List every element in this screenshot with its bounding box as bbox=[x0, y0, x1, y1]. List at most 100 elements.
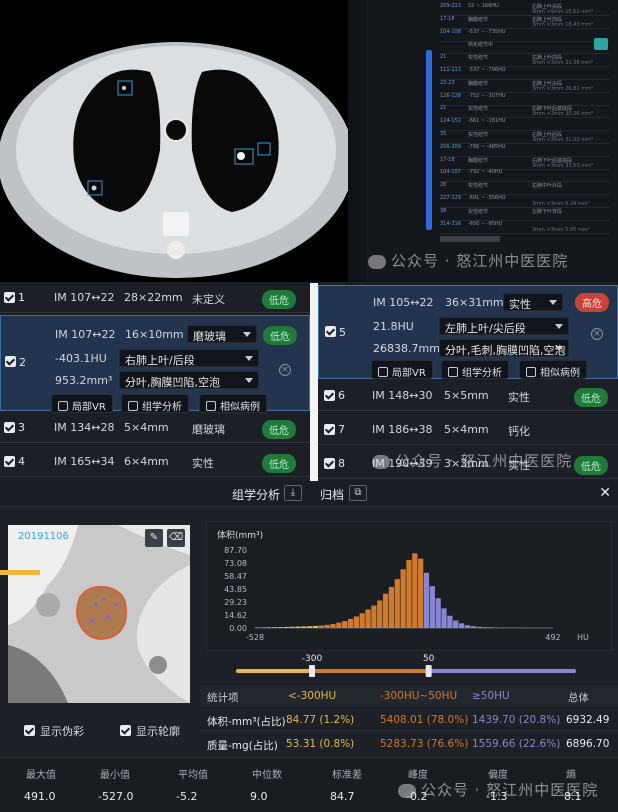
histogram-bar bbox=[336, 622, 342, 628]
slice-scrollbar[interactable] bbox=[426, 50, 432, 230]
y-tick-label: 87.70 bbox=[224, 546, 247, 555]
y-tick-label: 58.47 bbox=[224, 572, 247, 581]
ct-viewport[interactable] bbox=[0, 0, 348, 282]
x-tick-label: -528 bbox=[246, 633, 264, 642]
risk-badge: 低危 bbox=[262, 290, 296, 309]
local-vr-button[interactable]: 局部VR bbox=[51, 394, 113, 413]
checkbox[interactable] bbox=[324, 424, 335, 435]
sign-select[interactable]: 分叶,毛刺,胸膜凹陷,空泡 bbox=[439, 339, 569, 357]
bar-chart-icon bbox=[448, 367, 458, 377]
histogram-bar bbox=[266, 627, 272, 628]
histogram-bar bbox=[464, 625, 471, 628]
histogram-bar bbox=[406, 559, 412, 628]
type-select[interactable]: 实性 bbox=[503, 293, 563, 311]
list-item[interactable]: 4 IM 165↔34 6×4mm 实性 低危 bbox=[0, 447, 310, 477]
histogram-bar bbox=[295, 626, 301, 628]
histogram-bar bbox=[301, 626, 307, 628]
list-item-selected[interactable]: 2 IM 107↔22 16×10mm 磨玻璃 低危 -403.1HU 右肺上叶… bbox=[0, 315, 310, 413]
list-item[interactable]: 7 IM 186↔38 5×4mm 钙化 bbox=[318, 415, 618, 445]
y-tick-label: 43.85 bbox=[224, 585, 247, 594]
histogram-bar bbox=[365, 609, 371, 628]
checkbox[interactable] bbox=[4, 456, 15, 467]
histogram-bar bbox=[470, 626, 476, 628]
list-item[interactable]: 6 IM 148↔30 5×5mm 实性 低危 bbox=[318, 381, 618, 411]
divider bbox=[310, 283, 318, 481]
archive-icon[interactable]: ⧉ bbox=[349, 485, 367, 501]
stat-label: 最大值 bbox=[26, 770, 56, 781]
stat-label: 中位数 bbox=[252, 770, 282, 781]
watermark: 公众号 · 怒江州中医医院 bbox=[372, 450, 572, 471]
wechat-icon bbox=[372, 454, 390, 469]
histogram-bar bbox=[400, 569, 406, 628]
threshold-label: -300 bbox=[302, 654, 323, 664]
similar-cases-button[interactable]: 相似病例 bbox=[519, 360, 587, 379]
threshold-track[interactable]: -300 50 bbox=[230, 653, 580, 681]
histogram-bar bbox=[271, 627, 278, 628]
checkbox[interactable] bbox=[325, 326, 336, 337]
checkbox[interactable] bbox=[324, 458, 335, 469]
checkbox[interactable] bbox=[324, 390, 335, 401]
nodule-list-left: 1 IM 107↔22 28×22mm 未定义 低危 2 IM 107↔22 1… bbox=[0, 283, 310, 481]
stat-value: 84.7 bbox=[330, 790, 355, 803]
location-select[interactable]: 右肺上叶/后段 bbox=[119, 349, 259, 367]
x-tick-label: 492 bbox=[545, 633, 560, 642]
y-tick-label: 73.08 bbox=[224, 559, 247, 568]
histogram-bar bbox=[330, 623, 336, 628]
spine bbox=[163, 212, 189, 236]
ct-image bbox=[0, 42, 348, 278]
hu-threshold-slider[interactable]: -300 50 bbox=[230, 653, 580, 681]
checkbox[interactable] bbox=[5, 356, 16, 367]
remove-icon[interactable]: × bbox=[279, 364, 291, 376]
histogram-bar bbox=[347, 618, 354, 628]
list-item[interactable]: 1 IM 107↔22 28×22mm 未定义 低危 bbox=[0, 283, 310, 313]
histogram-bar bbox=[289, 626, 295, 628]
stat-value: -5.2 bbox=[176, 790, 198, 803]
track-low bbox=[236, 669, 312, 673]
threshold-handle[interactable] bbox=[309, 665, 315, 677]
risk-badge[interactable]: 低危 bbox=[263, 326, 297, 345]
ct-list-item[interactable]: 314-316 -650 ~ -95HU 3mm ×3mm 5.65 mm³ bbox=[440, 220, 610, 234]
histogram-bar bbox=[318, 625, 324, 628]
histogram-bar bbox=[382, 593, 389, 628]
type-select[interactable]: 磨玻璃 bbox=[187, 325, 257, 343]
list-item[interactable]: 3 IM 134↔28 5×4mm 磨玻璃 低危 bbox=[0, 413, 310, 443]
toggle-contour[interactable]: 显示轮廓 bbox=[120, 723, 180, 739]
radiomics-button[interactable]: 组学分析 bbox=[441, 360, 509, 379]
risk-badge: 低危 bbox=[574, 456, 608, 475]
similar-cases-button[interactable]: 相似病例 bbox=[199, 394, 267, 413]
checkbox[interactable] bbox=[4, 292, 15, 303]
local-vr-button[interactable]: 局部VR bbox=[371, 360, 433, 379]
chevron-down-icon bbox=[555, 346, 563, 351]
toggle-pseudocolor[interactable]: 显示伪彩 bbox=[24, 723, 84, 739]
histogram-bar bbox=[453, 620, 459, 628]
histogram-bar bbox=[458, 623, 465, 628]
sign-select[interactable]: 分叶,胸膜凹陷,空泡 bbox=[119, 371, 259, 389]
histogram-bar bbox=[482, 627, 488, 628]
stat-value: 9.0 bbox=[250, 790, 268, 803]
location-select[interactable]: 左肺上叶/尖后段 bbox=[439, 317, 569, 335]
stat-label: 平均值 bbox=[178, 770, 208, 781]
download-icon[interactable]: ⤓ bbox=[284, 485, 302, 501]
nodule-thumbnail[interactable]: 20191106 ✎ ⌫ bbox=[8, 525, 190, 703]
pen-icon[interactable]: ✎ bbox=[145, 529, 163, 547]
archive-label: 归档 bbox=[320, 488, 345, 502]
nodule-contour bbox=[76, 585, 127, 640]
risk-badge[interactable]: 高危 bbox=[575, 293, 609, 312]
histogram-bar bbox=[447, 615, 453, 628]
remove-icon[interactable]: × bbox=[591, 328, 603, 340]
checkbox[interactable] bbox=[4, 422, 15, 433]
sidebar-footer bbox=[440, 236, 500, 242]
list-item-selected[interactable]: 5 IM 105↔22 36×31mm 实性 高危 21.8HU 左肺上叶/尖后… bbox=[318, 285, 618, 379]
edit-icon[interactable] bbox=[594, 38, 608, 50]
radiomics-button[interactable]: 组学分析 bbox=[121, 394, 189, 413]
bar-chart-icon bbox=[128, 401, 138, 411]
threshold-handle[interactable] bbox=[425, 665, 432, 677]
close-icon[interactable]: ✕ bbox=[599, 485, 611, 501]
histogram-bar bbox=[493, 627, 500, 628]
watermark: 公众号 · 怒江州中医医院 bbox=[398, 779, 598, 800]
nodule-crop-image bbox=[8, 525, 190, 703]
eraser-icon[interactable]: ⌫ bbox=[167, 529, 185, 547]
track-mid bbox=[312, 669, 429, 673]
histogram-bar bbox=[307, 626, 313, 628]
histogram-chart: 体积(mm³) 87.70 73.08 58.47 43.85 29.23 14.62 0.0… bbox=[217, 529, 589, 642]
